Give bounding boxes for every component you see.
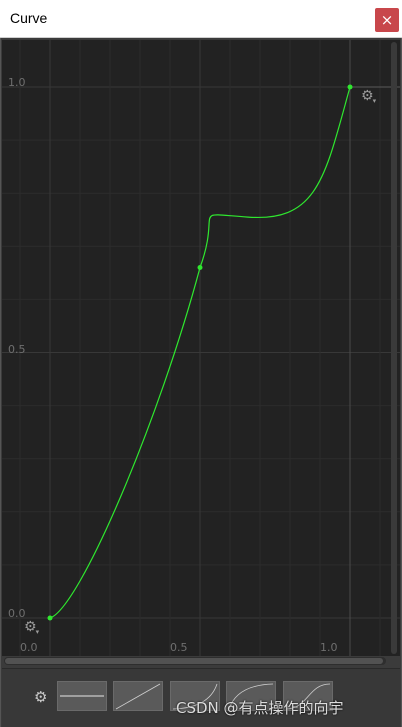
curve-graph[interactable]	[2, 40, 400, 656]
window-title: Curve	[10, 10, 48, 26]
preset-linear-thumbnail	[115, 683, 161, 710]
gear-icon[interactable]: ⚙▾	[361, 89, 376, 108]
horizontal-scrollbar[interactable]	[5, 658, 383, 664]
keyframe-point[interactable]	[47, 615, 53, 621]
x-tick-label-end: 1.0	[320, 641, 338, 654]
gear-icon[interactable]: ⚙	[34, 690, 47, 705]
curve-canvas[interactable]	[2, 40, 400, 656]
y-tick-label-bottom: 0.0	[8, 607, 26, 620]
watermark-text: CSDN @有点操作的向宇	[176, 699, 344, 717]
x-tick-label-middle: 0.5	[170, 641, 188, 654]
close-button[interactable]: ×	[375, 8, 399, 32]
gear-icon[interactable]: ⚙▾	[24, 620, 39, 639]
preset-constant-thumbnail	[60, 695, 104, 697]
y-tick-label-top: 1.0	[8, 76, 26, 89]
preset-constant[interactable]	[57, 681, 107, 711]
preset-linear[interactable]	[113, 681, 163, 711]
vertical-scrollbar[interactable]	[391, 42, 397, 654]
y-tick-label-middle: 0.5	[8, 343, 26, 356]
keyframe-point[interactable]	[347, 84, 353, 90]
title-bar: Curve ×	[0, 0, 402, 38]
x-tick-label-start: 0.0	[20, 641, 38, 654]
keyframe-point[interactable]	[197, 265, 203, 271]
grid-lines	[2, 40, 400, 656]
